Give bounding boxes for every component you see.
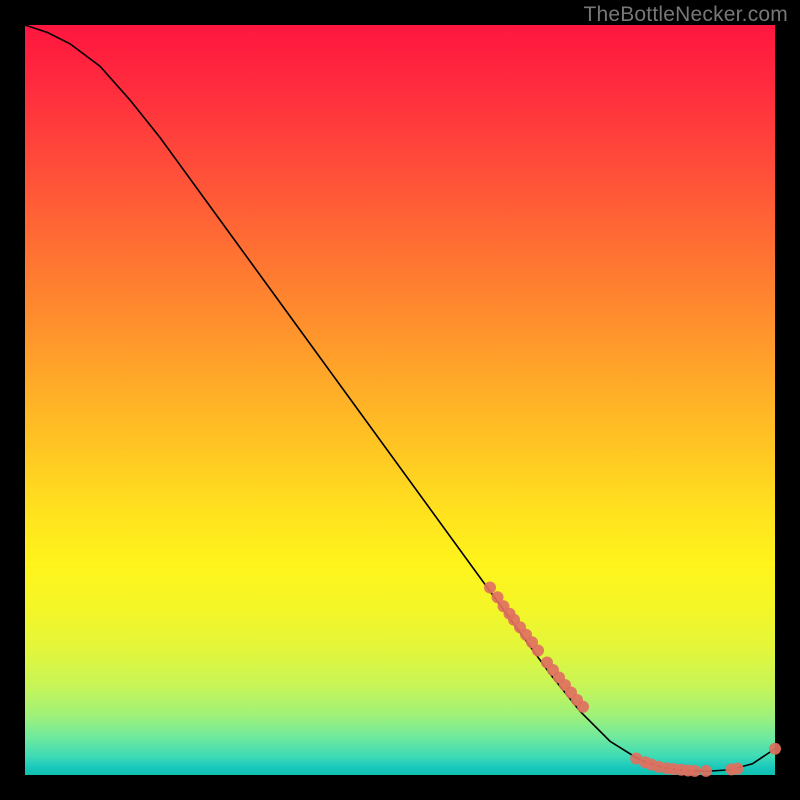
data-points [484,582,781,777]
data-point [732,763,744,775]
data-point [484,582,496,594]
chart-plot-area [25,25,775,775]
data-point [577,701,589,713]
bottleneck-curve [25,25,775,771]
data-point [689,765,701,777]
data-point [532,645,544,657]
data-point [769,743,781,755]
data-point [700,765,712,777]
chart-frame: TheBottleNecker.com [0,0,800,800]
chart-svg [25,25,775,775]
watermark-text: TheBottleNecker.com [583,3,788,27]
